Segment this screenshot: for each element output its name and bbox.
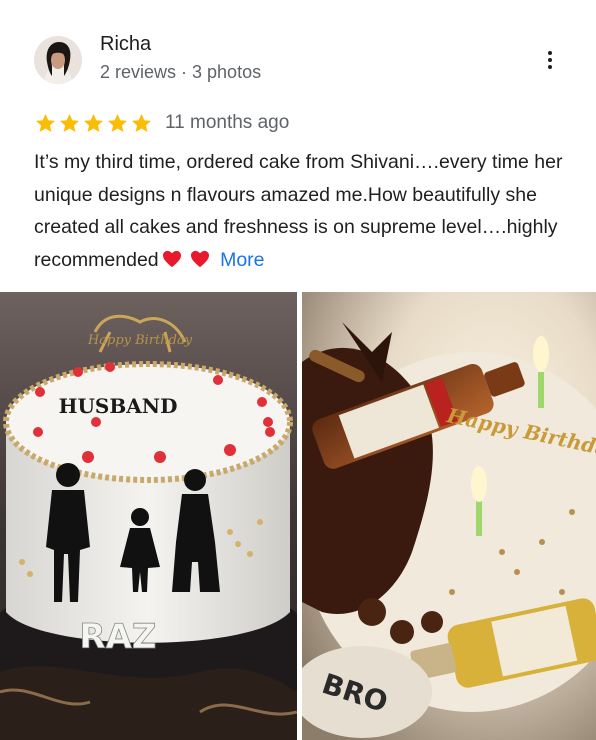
avatar[interactable] — [34, 36, 82, 84]
reviewer-meta: 2 reviews · 3 photos — [100, 62, 262, 82]
star-icon — [59, 113, 80, 132]
review-text-block: It’s my third time, ordered cake from Sh… — [34, 146, 569, 276]
review-photo-1[interactable]: HUSBAND Happy Birthday RAZ — [0, 292, 297, 740]
rating-row: 11 months ago — [34, 110, 289, 136]
reviewer-name[interactable]: Richa — [100, 33, 151, 56]
red-heart-icon — [191, 250, 210, 267]
review-header: Richa 2 reviews · 3 photos — [0, 0, 596, 104]
more-link[interactable]: More — [220, 249, 264, 271]
red-heart-icon — [162, 250, 181, 267]
star-icon — [131, 113, 152, 132]
more-options-icon[interactable] — [538, 48, 562, 76]
star-rating — [34, 112, 153, 135]
star-icon — [83, 113, 104, 132]
cake-name-plaque: HUSBAND — [59, 394, 178, 418]
cake-bottom-name: RAZ — [79, 617, 156, 657]
review-photo-2[interactable]: Happy Birthday BRO — [302, 292, 596, 740]
review-time: 11 months ago — [165, 112, 290, 133]
review-text: It’s my third time, ordered cake from Sh… — [34, 151, 563, 271]
review-photos: HUSBAND Happy Birthday RAZ Happy Birthda… — [0, 292, 596, 740]
star-icon — [107, 113, 128, 132]
cake-topper-text: Happy Birthday — [87, 333, 193, 348]
star-icon — [35, 113, 56, 132]
